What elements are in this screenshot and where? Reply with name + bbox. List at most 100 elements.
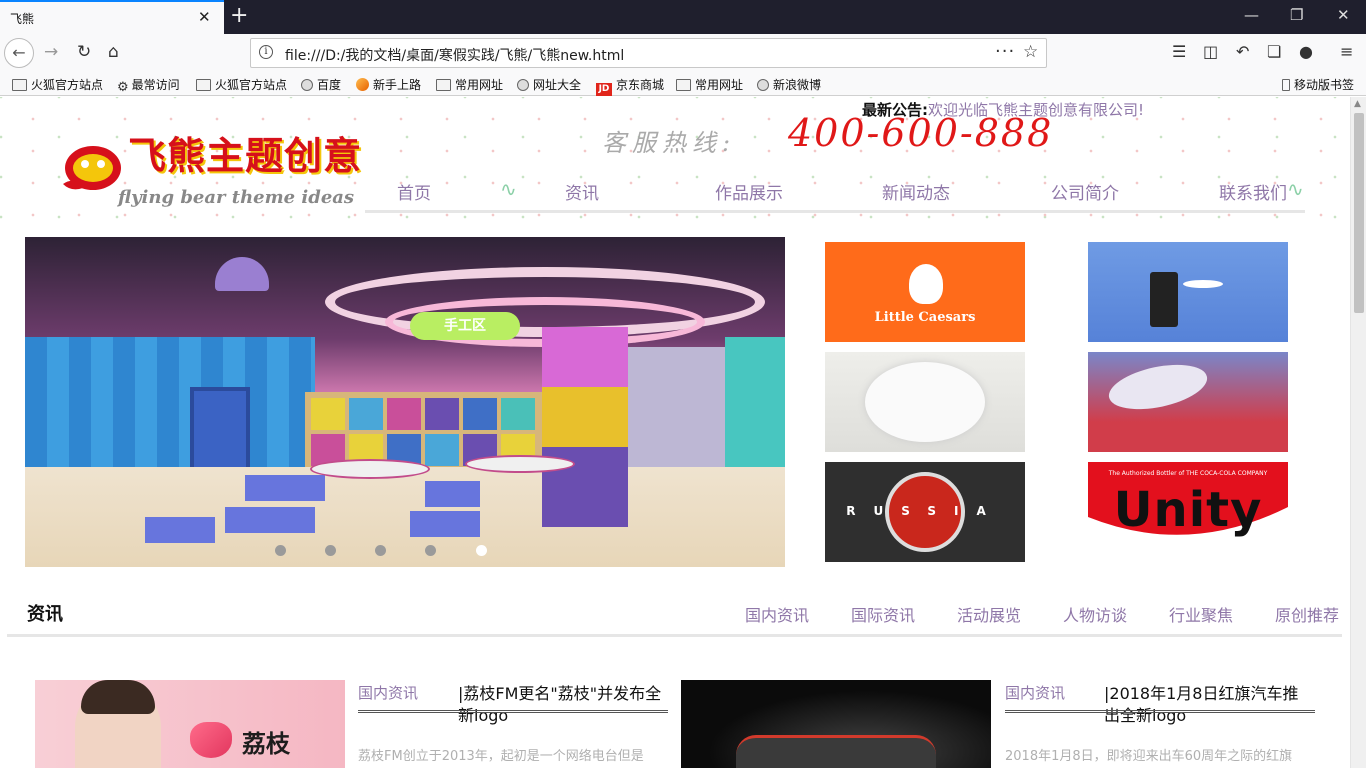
works-thumb-whale[interactable] xyxy=(1088,352,1288,452)
library-icon[interactable]: ☰ xyxy=(1172,42,1186,61)
whale-image xyxy=(1104,357,1212,417)
works-thumb-little-caesars[interactable]: Little Caesars xyxy=(825,242,1025,342)
section-divider xyxy=(7,634,1342,637)
nav-toolbar: ← → ↻ ⌂ i file:///D:/我的文档/桌面/寒假实践/飞熊/飞熊n… xyxy=(0,34,1366,72)
swirl-icon: ∿ xyxy=(500,177,517,201)
category-industry[interactable]: 行业聚焦 xyxy=(1169,602,1233,626)
news-divider xyxy=(1005,710,1315,713)
bookmark-item[interactable]: ⚙ 最常访问 xyxy=(117,76,180,95)
thumb-caption: Unity xyxy=(1113,482,1263,538)
news-image[interactable]: 荔枝 xyxy=(35,680,345,768)
menu-icon[interactable]: ≡ xyxy=(1340,42,1353,61)
category-original[interactable]: 原创推荐 xyxy=(1275,602,1339,626)
restore-icon[interactable]: ❐ xyxy=(1290,6,1303,24)
bookmark-item[interactable]: 常用网址 xyxy=(676,76,743,93)
slide-dot[interactable] xyxy=(325,545,336,556)
brand-text: 荔枝 xyxy=(242,730,290,758)
nav-news[interactable]: 新闻动态 xyxy=(882,179,950,204)
bookmark-item[interactable]: JD 京东商城 xyxy=(596,76,664,96)
close-window-icon[interactable]: ✕ xyxy=(1337,6,1350,24)
page-actions-icon[interactable]: ··· xyxy=(995,41,1015,62)
lamp-body xyxy=(1150,272,1178,327)
thumb-caption: RUSSIA xyxy=(846,504,1004,518)
bookmark-item[interactable]: 新手上路 xyxy=(356,76,421,93)
nav-home[interactable]: 首页 xyxy=(397,179,431,204)
slide-indicators xyxy=(275,545,495,557)
swirl-icon: ∿ xyxy=(1287,177,1304,201)
reload-icon[interactable]: ↻ xyxy=(77,42,91,62)
info-icon[interactable]: i xyxy=(259,45,273,59)
banner-table xyxy=(310,459,430,479)
slide-dot[interactable] xyxy=(375,545,386,556)
bookmarks-bar: 火狐官方站点 ⚙ 最常访问 火狐官方站点 百度 新手上路 常用网址 网址大全 JD… xyxy=(0,72,1366,96)
screenshot-icon[interactable]: ❏ xyxy=(1267,42,1281,61)
works-thumb-unity[interactable]: The Authorized Bottler of THE COCA-COLA … xyxy=(1088,462,1288,562)
nav-news-info[interactable]: 资讯 xyxy=(565,179,599,204)
nav-contact[interactable]: 联系我们 xyxy=(1219,179,1287,204)
scroll-up-icon[interactable]: ▲ xyxy=(1354,99,1361,109)
url-bar[interactable]: i file:///D:/我的文档/桌面/寒假实践/飞熊/飞熊new.html … xyxy=(250,38,1047,68)
bookmark-item[interactable]: 百度 xyxy=(301,76,341,93)
back-button[interactable]: ← xyxy=(4,38,34,68)
tab-title: 飞熊 xyxy=(10,12,35,26)
url-text[interactable]: file:///D:/我的文档/桌面/寒假实践/飞熊/飞熊new.html xyxy=(285,45,624,65)
bookmark-item[interactable]: 网址大全 xyxy=(517,76,581,93)
folder-icon xyxy=(676,79,691,91)
mobile-bookmarks[interactable]: 移动版书签 xyxy=(1282,76,1354,93)
browser-tab[interactable]: 飞熊 ✕ xyxy=(0,0,224,34)
news-desc: 2018年1月8日，即将迎来出车60周年之际的红旗 xyxy=(1005,749,1293,764)
gear-icon: ⚙ xyxy=(117,80,129,95)
bookmark-item[interactable]: 火狐官方站点 xyxy=(12,76,103,93)
close-tab-icon[interactable]: ✕ xyxy=(198,8,211,26)
globe-icon xyxy=(757,79,769,91)
new-tab-button[interactable]: + xyxy=(230,3,248,28)
caesar-logo-icon xyxy=(909,264,943,304)
globe-icon xyxy=(301,79,313,91)
lychee-logo-icon xyxy=(190,722,232,758)
main-nav: 首页 ∿ 资讯 作品展示 新闻动态 公司简介 联系我们 ∿ xyxy=(365,177,1305,213)
globe-icon xyxy=(517,79,529,91)
page-scrollbar[interactable]: ▲ xyxy=(1350,97,1366,768)
bear-logo-icon xyxy=(63,146,121,190)
category-events[interactable]: 活动展览 xyxy=(957,602,1021,626)
chat-icon[interactable]: ● xyxy=(1299,42,1313,61)
plate-image xyxy=(865,362,985,442)
category-interviews[interactable]: 人物访谈 xyxy=(1063,602,1127,626)
works-thumb-plate[interactable] xyxy=(825,352,1025,452)
nav-about[interactable]: 公司简介 xyxy=(1051,179,1119,204)
home-icon[interactable]: ⌂ xyxy=(108,42,119,62)
news-category[interactable]: 国内资讯 xyxy=(358,682,418,703)
news-category[interactable]: 国内资讯 xyxy=(1005,682,1065,703)
category-domestic[interactable]: 国内资讯 xyxy=(745,602,809,626)
works-thumb-russia[interactable]: RUSSIA xyxy=(825,462,1025,562)
news-desc: 荔枝FM创立于2013年，起初是一个网络电台但是 xyxy=(358,749,644,764)
jd-icon: JD xyxy=(596,83,612,96)
folder-icon xyxy=(12,79,27,91)
minimize-icon[interactable]: — xyxy=(1244,6,1259,24)
bookmark-star-icon[interactable]: ☆ xyxy=(1023,42,1038,62)
hotline-label: 客服热线: xyxy=(602,129,737,157)
news-title[interactable]: |2018年1月8日红旗汽车推出全新logo xyxy=(1104,683,1314,727)
bookmark-item[interactable]: 火狐官方站点 xyxy=(196,76,287,93)
thumb-subcaption: The Authorized Bottler of THE COCA-COLA … xyxy=(1108,470,1268,477)
firefox-icon xyxy=(356,78,369,91)
scroll-thumb[interactable] xyxy=(1354,113,1364,313)
news-title[interactable]: |荔枝FM更名"荔枝"并发布全新logo xyxy=(458,683,668,727)
bookmark-item[interactable]: 常用网址 xyxy=(436,76,503,93)
banner-table xyxy=(465,455,575,473)
slide-dot-active[interactable] xyxy=(476,545,487,556)
thumb-caption: Little Caesars xyxy=(874,310,976,325)
bookmark-item[interactable]: 新浪微博 xyxy=(757,76,821,93)
undo-icon[interactable]: ↶ xyxy=(1236,42,1249,61)
works-thumb-lamp[interactable] xyxy=(1088,242,1288,342)
sidebar-icon[interactable]: ◫ xyxy=(1203,42,1218,61)
news-image[interactable] xyxy=(681,680,991,768)
slide-dot[interactable] xyxy=(425,545,436,556)
category-international[interactable]: 国际资讯 xyxy=(851,602,915,626)
logo-tagline: flying bear theme ideas xyxy=(118,187,355,208)
banner-slideshow[interactable]: 手工区 xyxy=(25,237,785,567)
logo-text[interactable]: 飞熊主题创意 xyxy=(128,125,362,180)
forward-icon[interactable]: → xyxy=(44,42,58,62)
slide-dot[interactable] xyxy=(275,545,286,556)
nav-works[interactable]: 作品展示 xyxy=(715,179,783,204)
